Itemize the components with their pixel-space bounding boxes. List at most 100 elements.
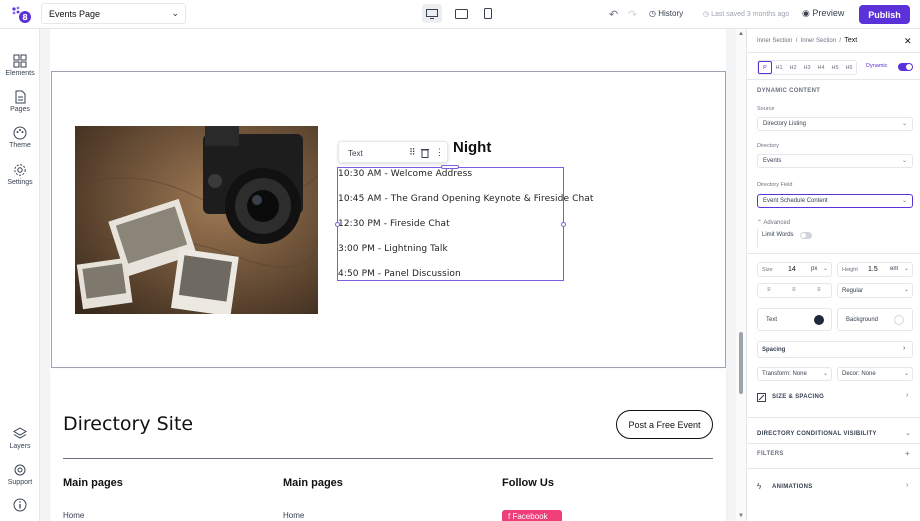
resize-handle-top[interactable]: [441, 165, 459, 169]
footer-link-home[interactable]: Home: [283, 511, 304, 520]
advanced-toggle[interactable]: ⌃ Advanced: [757, 219, 790, 226]
gear-icon: [14, 164, 26, 176]
spacing-row[interactable]: Spacing ›: [757, 341, 913, 358]
breadcrumb-item[interactable]: Inner Section: [757, 38, 792, 44]
size-unit[interactable]: px: [811, 266, 817, 272]
camera-photo-image[interactable]: [75, 126, 318, 314]
tag-h3[interactable]: H3: [800, 61, 814, 74]
spacing-label: Spacing: [762, 347, 786, 353]
chevron-right-icon: ›: [903, 345, 906, 352]
limit-words-toggle[interactable]: [800, 232, 812, 239]
dynamic-toggle[interactable]: [898, 63, 913, 71]
scroll-down-icon[interactable]: ▼: [738, 513, 744, 519]
event-heading[interactable]: Night: [453, 139, 491, 156]
size-spacing-label: SIZE & SPACING: [772, 394, 825, 400]
more-options-icon[interactable]: ⋮: [435, 147, 444, 158]
resize-handle-right[interactable]: [561, 222, 566, 227]
resize-icon: [757, 393, 766, 402]
tag-h1[interactable]: H1: [772, 61, 786, 74]
tag-h5[interactable]: H5: [828, 61, 842, 74]
breadcrumb: Inner Section / Inner Section / Text: [757, 37, 858, 44]
chevron-down-icon: ⌄: [823, 266, 829, 272]
drag-handle-icon[interactable]: ⠿: [409, 147, 416, 158]
size-spacing-row[interactable]: SIZE & SPACING ›: [757, 392, 913, 404]
app-logo-icon[interactable]: 8: [11, 5, 33, 25]
tablet-view-button[interactable]: [451, 4, 471, 23]
eye-icon: ◉: [802, 8, 810, 18]
height-value[interactable]: 1.5: [868, 266, 878, 273]
svg-text:8: 8: [22, 13, 28, 22]
history-clock-icon: ◷: [649, 9, 656, 18]
mobile-view-button[interactable]: [478, 4, 498, 23]
editor-canvas[interactable]: Night Text ⠿ ⋮ 10:30 AM - Welcome Addres…: [40, 29, 746, 521]
size-field[interactable]: Size 14 px ⌄: [757, 262, 832, 277]
sidebar-item-support[interactable]: Support: [0, 463, 40, 486]
tag-h6[interactable]: H6: [842, 61, 856, 74]
sidebar-item-theme[interactable]: Theme: [0, 126, 40, 149]
publish-button[interactable]: Publish: [859, 5, 910, 24]
chevron-down-icon: ⌄: [901, 158, 907, 164]
conditional-visibility-row[interactable]: DIRECTORY CONDITIONAL VISIBILITY ⌄: [757, 429, 913, 441]
height-label: Height: [842, 267, 858, 273]
footer-site-title[interactable]: Directory Site: [63, 413, 193, 435]
font-weight-value: Regular: [842, 288, 864, 294]
info-button[interactable]: [0, 498, 40, 514]
transform-select[interactable]: Transform: None ⌄: [757, 367, 832, 381]
page-name: Events Page: [49, 9, 101, 19]
directory-field-select[interactable]: Event Schedule Content ⌄: [757, 194, 913, 208]
text-color-swatch[interactable]: [814, 315, 824, 325]
tag-h4[interactable]: H4: [814, 61, 828, 74]
text-color-label: Text: [766, 317, 778, 323]
clock-icon: ◷: [703, 11, 710, 18]
schedule-line: 3:00 PM - Lightning Talk: [338, 244, 448, 254]
schedule-text-element[interactable]: 10:30 AM - Welcome Address 10:45 AM - Th…: [335, 165, 593, 281]
height-unit[interactable]: em: [890, 266, 898, 272]
footer-section[interactable]: [51, 370, 726, 521]
directory-field-value: Event Schedule Content: [763, 198, 828, 204]
undo-icon[interactable]: ↶: [609, 8, 618, 21]
sidebar-item-pages[interactable]: Pages: [0, 90, 40, 113]
scrollbar-thumb[interactable]: [739, 332, 743, 394]
plus-icon[interactable]: +: [905, 449, 910, 458]
layers-icon: [13, 427, 27, 439]
background-color-field[interactable]: Background: [837, 308, 913, 331]
breadcrumb-item[interactable]: Inner Section: [801, 38, 836, 44]
sidebar-item-settings[interactable]: Settings: [0, 163, 40, 186]
animations-row[interactable]: ϟ ANIMATIONS ›: [757, 482, 913, 494]
height-field[interactable]: Height 1.5 em ⌄: [837, 262, 913, 277]
filters-row[interactable]: FILTERS +: [757, 449, 913, 461]
preview-button[interactable]: ◉ Preview: [802, 8, 844, 19]
background-color-swatch[interactable]: [894, 315, 904, 325]
footer-link-home[interactable]: Home: [63, 511, 84, 520]
advanced-label: Advanced: [763, 220, 791, 226]
text-color-field[interactable]: Text: [757, 308, 832, 331]
redo-icon[interactable]: ↷: [628, 8, 637, 21]
decor-select[interactable]: Decor: None ⌄: [837, 367, 913, 381]
scroll-up-icon[interactable]: ▲: [738, 31, 744, 37]
align-right-icon[interactable]: ≡: [817, 287, 821, 293]
resize-handle-left[interactable]: [335, 222, 340, 227]
tag-h2[interactable]: H2: [786, 61, 800, 74]
trash-icon[interactable]: [421, 148, 429, 158]
page-selector[interactable]: Events Page ⌄: [41, 3, 186, 24]
sidebar-item-elements[interactable]: Elements: [0, 54, 40, 77]
close-icon[interactable]: ✕: [904, 36, 912, 47]
sidebar-item-layers[interactable]: Layers: [0, 427, 40, 450]
source-select[interactable]: Directory Listing ⌄: [757, 117, 913, 131]
canvas-scrollbar[interactable]: ▲ ▼: [736, 29, 746, 521]
directory-select[interactable]: Events ⌄: [757, 154, 913, 168]
align-center-icon[interactable]: ≡: [792, 287, 796, 293]
tablet-icon: [454, 8, 468, 19]
font-weight-select[interactable]: Regular ⌄: [837, 283, 913, 298]
desktop-view-button[interactable]: [422, 4, 442, 23]
size-value[interactable]: 14: [788, 266, 796, 273]
facebook-button[interactable]: f Facebook: [502, 510, 562, 521]
post-free-event-button[interactable]: Post a Free Event: [616, 410, 713, 439]
divider: [747, 468, 920, 469]
chevron-down-icon: ⌄: [823, 371, 829, 377]
history-button[interactable]: ◷ History: [649, 9, 683, 18]
tag-p[interactable]: P: [758, 61, 772, 74]
info-icon: [13, 498, 27, 512]
align-left-icon[interactable]: ≡: [767, 287, 771, 293]
breadcrumb-current: Text: [844, 37, 858, 44]
